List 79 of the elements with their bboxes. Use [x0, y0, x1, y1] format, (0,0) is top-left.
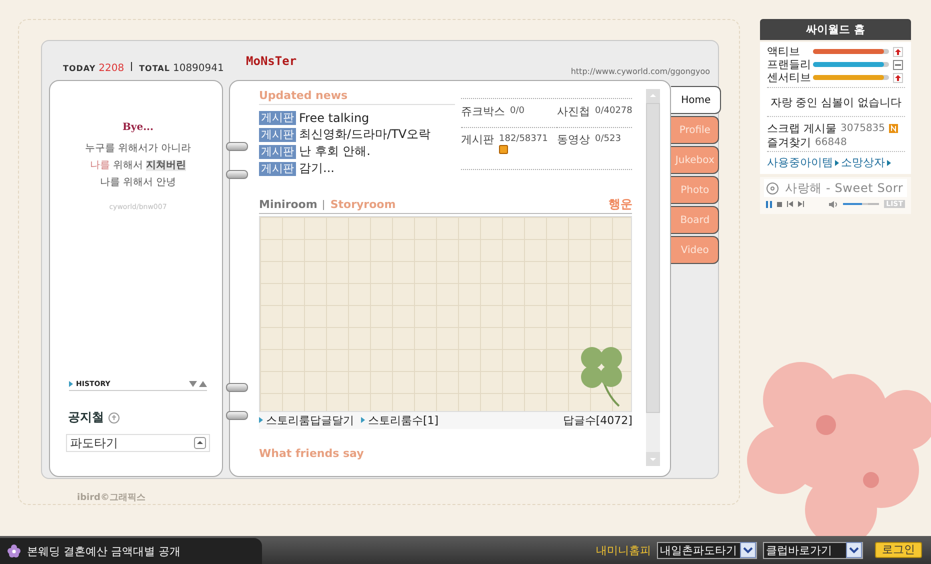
binder-ring: [226, 383, 248, 392]
meter-label: 센서티브: [767, 70, 809, 85]
profile-text-line: 누구를 위해서가 아니라: [84, 142, 192, 156]
board-tag: 게시판: [259, 162, 296, 176]
stat-label[interactable]: 게시판: [461, 132, 494, 147]
dropdown[interactable]: 파도타기: [66, 434, 210, 452]
total-label: TOTAL: [139, 64, 170, 73]
binder-ring: [226, 411, 248, 420]
triangle-icon: [361, 417, 365, 424]
sidebar-link[interactable]: 사용중아이템: [767, 155, 833, 170]
chevron-down-icon: [740, 542, 756, 558]
dropdown[interactable]: 내일촌파도타기: [657, 542, 757, 558]
nav-tab[interactable]: Home: [671, 86, 722, 114]
sort-arrows-icon[interactable]: [189, 381, 207, 387]
mini-homepage-link[interactable]: 내미니홈피: [596, 542, 651, 558]
round-symbol-icon: [108, 412, 120, 424]
clover-drawing: [581, 346, 624, 406]
stat-count: 0/40278: [595, 106, 632, 116]
scroll-thumb[interactable]: [646, 103, 660, 413]
count-value: 3075835: [840, 122, 886, 134]
reply-count: 답글수[4072]: [562, 412, 632, 428]
credit-text: ibird©그래픽스: [77, 492, 146, 504]
pause-icon[interactable]: [766, 200, 772, 208]
dropdown[interactable]: 클럽바로가기: [763, 542, 863, 558]
notice-title: 공지철: [68, 409, 104, 426]
up-arrow-icon: [893, 72, 903, 82]
song-title: 사랑해 - Sweet Sorr: [785, 180, 904, 196]
triangle-icon: [259, 417, 263, 424]
previous-icon[interactable]: [787, 201, 793, 207]
stat-label[interactable]: 동영상: [557, 132, 590, 147]
news-link[interactable]: 최신영화/드라마/TV오락: [299, 126, 431, 143]
sidebar-title: 싸이월드 홈: [760, 19, 911, 40]
binder-ring: [226, 142, 248, 151]
triangle-icon: [887, 160, 891, 166]
stat-count: 182/58371: [499, 134, 548, 144]
stat-count: 0/0: [510, 106, 524, 116]
meter-label: 프랜들리: [767, 57, 809, 72]
story-link[interactable]: 스토리룸수[1]: [368, 412, 439, 428]
board-tag: 게시판: [259, 144, 296, 158]
homepage-title: MoNsTer: [246, 54, 298, 70]
section-title: What friends say: [259, 447, 365, 462]
speaker-icon: [829, 200, 838, 208]
stat-label[interactable]: 쥬크박스: [461, 104, 505, 119]
story-link[interactable]: 스토리룸답글달기: [266, 412, 354, 428]
stat-label[interactable]: 사진첩: [557, 104, 590, 119]
count-value: 66848: [815, 136, 847, 148]
binder-ring: [226, 170, 248, 179]
chevron-down-icon: [846, 542, 862, 558]
news-link[interactable]: Free talking: [299, 110, 370, 124]
count-label[interactable]: 즐겨찾기: [767, 134, 811, 150]
symbol-message: 자랑 중인 심볼이 없습니다: [767, 88, 905, 117]
scrollbar[interactable]: [646, 89, 660, 466]
profile-text-line: 나를 위해서 안녕: [100, 176, 176, 190]
minus-icon: [893, 60, 903, 70]
board-tag: 게시판: [259, 110, 296, 124]
profile-heading: Bye...: [122, 122, 154, 133]
sidebar-link[interactable]: 소망상자: [841, 155, 885, 170]
stat-count: 0/523: [595, 134, 621, 144]
profile-text-line: 나를 위해서 지쳐버린: [90, 159, 186, 173]
section-title: Updated news: [259, 89, 455, 105]
total-count: 10890941: [172, 63, 224, 74]
triangle-icon: [69, 381, 73, 387]
up-arrow-icon: [893, 46, 903, 56]
today-count: 2208: [98, 63, 124, 74]
triangle-icon: [835, 160, 839, 166]
login-button[interactable]: 로그인: [875, 542, 922, 558]
flower-icon: [7, 544, 21, 558]
news-link[interactable]: 감기...: [299, 160, 334, 177]
count-label[interactable]: 스크랩 게시물: [767, 120, 836, 136]
news-link[interactable]: 난 후회 안해.: [299, 143, 370, 160]
next-icon[interactable]: [798, 201, 804, 207]
homepage-url[interactable]: http://www.cyworld.com/ggongyoo: [570, 67, 710, 76]
mood-label: 행운: [608, 196, 632, 214]
board-tag: 게시판: [259, 128, 296, 142]
news-ticker[interactable]: 본웨딩 결혼예산 금액대별 공개: [0, 538, 262, 564]
stop-icon[interactable]: [777, 202, 782, 206]
today-label: TODAY: [63, 64, 96, 73]
meter-label: 액티브: [767, 44, 801, 59]
room-tab[interactable]: Miniroom: [259, 198, 318, 212]
